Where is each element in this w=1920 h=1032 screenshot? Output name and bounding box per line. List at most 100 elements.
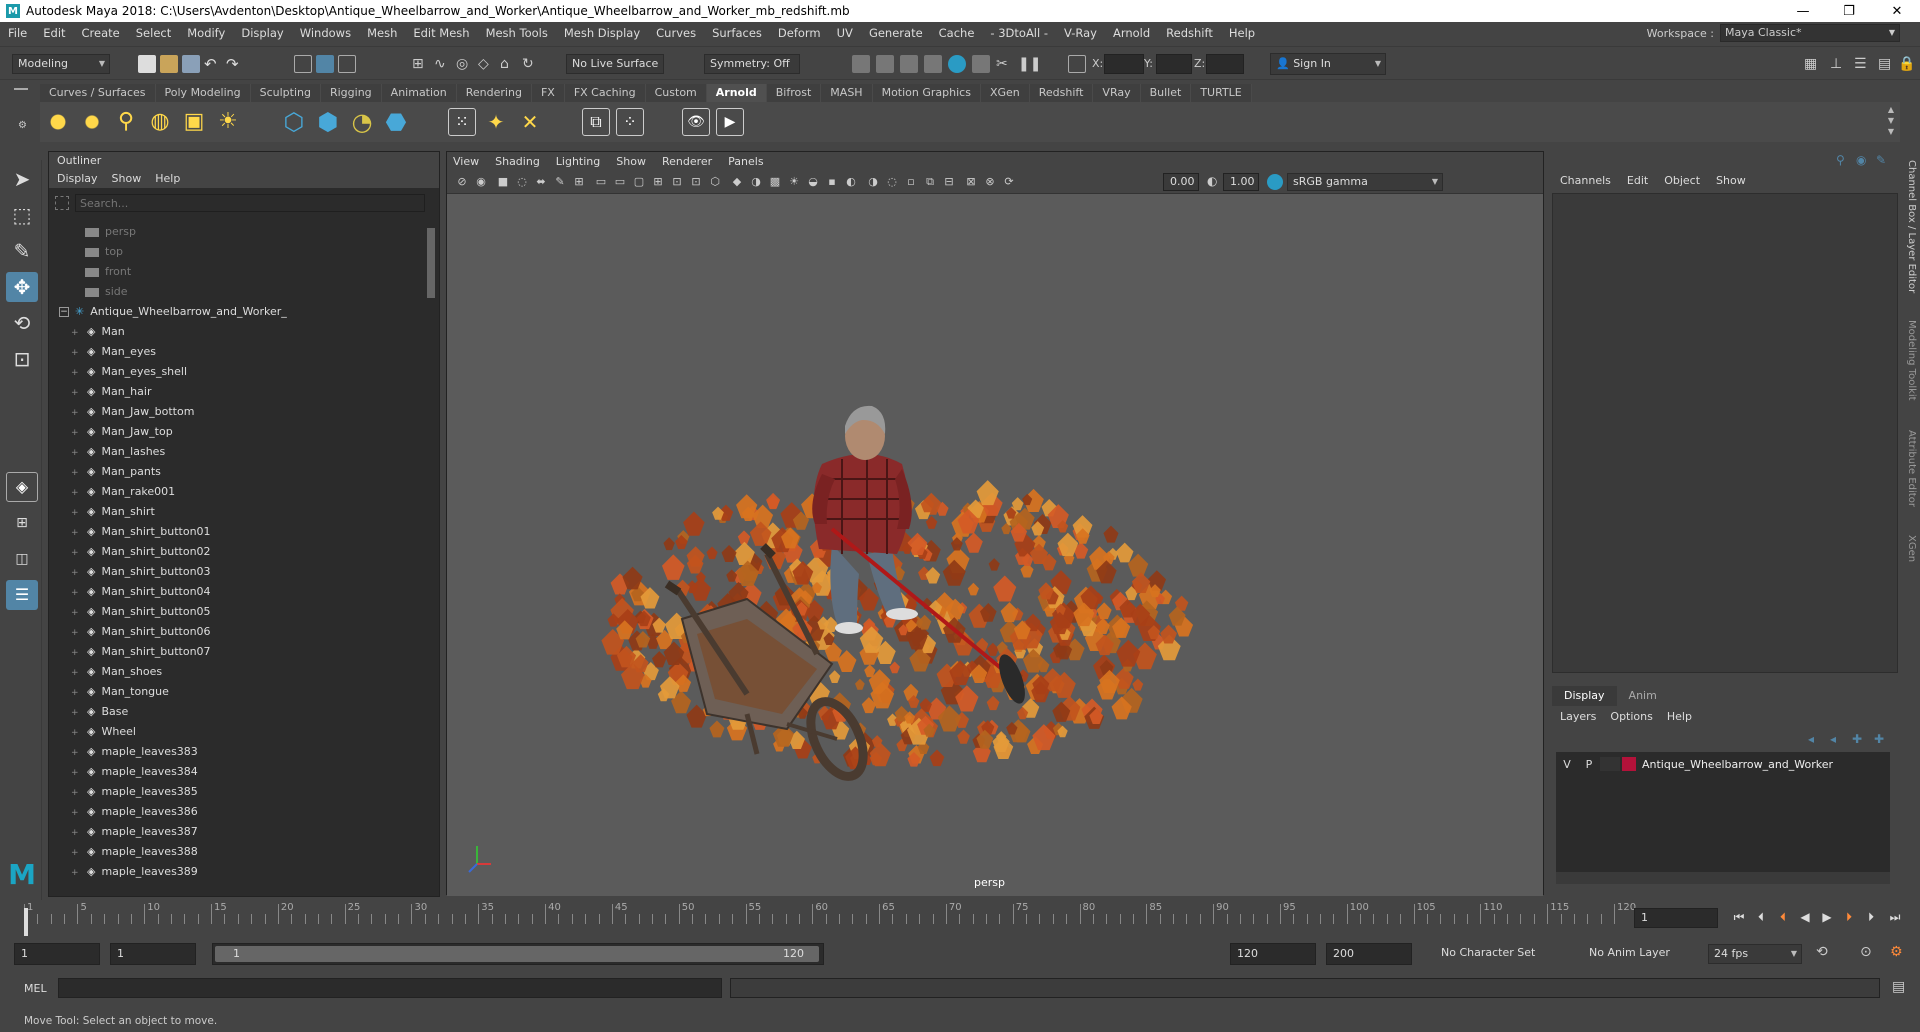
outliner-item-row[interactable]: + ◈ Man_rake001 <box>71 482 175 502</box>
open-scene-icon[interactable] <box>160 55 178 73</box>
channel-box-pin-icon[interactable]: ⚲ <box>1836 153 1845 167</box>
layer-menu-options[interactable]: Options <box>1610 708 1652 726</box>
tab-motion-graphics[interactable]: Motion Graphics <box>872 84 981 102</box>
tab-display-layers[interactable]: Display <box>1552 686 1617 706</box>
rotate-tool-icon[interactable]: ⟲ <box>6 308 38 338</box>
outliner-item-row[interactable]: + ◈ Man_hair <box>71 382 151 402</box>
script-editor-icon[interactable]: ▤ <box>1892 979 1905 995</box>
exposure-field[interactable]: 0.00 <box>1163 173 1199 191</box>
command-input[interactable] <box>58 978 722 998</box>
single-perspective-view-icon[interactable]: ◈ <box>6 472 38 502</box>
outliner-item-row[interactable]: + ◈ Man_shoes <box>71 662 162 682</box>
outliner-item-row[interactable]: + ◈ Wheel <box>71 722 136 742</box>
expand-icon[interactable]: + <box>71 743 79 763</box>
pause-viewport-icon[interactable]: ❚❚ <box>1018 55 1041 73</box>
outliner-item-row[interactable]: + ◈ Man <box>71 322 125 342</box>
tool-settings-icon[interactable]: ☰ <box>1854 55 1872 73</box>
shelf-menu-icon[interactable] <box>14 88 28 90</box>
expand-icon[interactable]: + <box>71 583 79 603</box>
expand-icon[interactable]: + <box>71 603 79 623</box>
default-material-icon[interactable]: ◑ <box>749 175 763 189</box>
menu-deform[interactable]: Deform <box>770 26 829 40</box>
motion-blur-icon[interactable]: ◐ <box>844 175 858 189</box>
outliner-scroll-thumb[interactable] <box>427 228 435 298</box>
side-tab-xgen[interactable]: XGen <box>1906 535 1917 562</box>
collapse-icon[interactable]: − <box>59 307 69 317</box>
outliner-item-row[interactable]: + ◈ Man_pants <box>71 462 161 482</box>
move-tool-icon[interactable]: ✥ <box>6 272 38 302</box>
smooth-shade-icon[interactable]: ◆ <box>730 175 744 189</box>
expand-icon[interactable]: + <box>71 443 79 463</box>
layer-scrollbar[interactable] <box>1556 872 1890 884</box>
outliner-camera-row[interactable]: top <box>85 242 123 262</box>
tab-curves-surfaces[interactable]: Curves / Surfaces <box>40 84 156 102</box>
outliner-scrollbar[interactable] <box>425 216 437 866</box>
layer-type-toggle[interactable] <box>1600 757 1620 771</box>
menu-3dtoall[interactable]: - 3DtoAll - <box>982 26 1056 40</box>
menu-mesh-tools[interactable]: Mesh Tools <box>478 26 556 40</box>
select-hierarchy-icon[interactable] <box>294 55 312 73</box>
hypershade-icon[interactable] <box>948 55 966 73</box>
outliner-item-row[interactable]: + ◈ Man_shirt <box>71 502 155 522</box>
menu-display[interactable]: Display <box>233 26 291 40</box>
channel-box-edit-icon[interactable]: ✎ <box>1876 153 1886 167</box>
outliner-menu-display[interactable]: Display <box>57 170 98 188</box>
redo-icon[interactable]: ↷ <box>226 55 244 73</box>
play-backwards-icon[interactable]: ◀ <box>1798 910 1812 924</box>
expand-icon[interactable]: + <box>71 563 79 583</box>
tab-redshift[interactable]: Redshift <box>1029 84 1094 102</box>
outliner-menu-help[interactable]: Help <box>155 170 180 188</box>
color-space-dropdown[interactable]: sRGB gamma ▼ <box>1287 173 1443 191</box>
outliner-item-row[interactable]: + ◈ maple_leaves383 <box>71 742 198 762</box>
layer-visibility-toggle[interactable]: V <box>1556 758 1578 771</box>
layer-color-swatch[interactable] <box>1622 757 1636 771</box>
tab-bifrost[interactable]: Bifrost <box>766 84 822 102</box>
playback-preferences-icon[interactable]: ⚙ <box>1890 944 1903 960</box>
vp-menu-shading[interactable]: Shading <box>495 152 540 172</box>
shadows-icon[interactable]: ◒ <box>806 175 820 189</box>
outliner-search-input[interactable] <box>75 194 425 212</box>
snap-view-icon[interactable]: ◇ <box>478 55 496 73</box>
cb-menu-channels[interactable]: Channels <box>1560 171 1611 191</box>
bookmark-icon[interactable]: ■ <box>496 175 510 189</box>
current-frame-field[interactable]: 1 <box>1634 908 1718 928</box>
menu-select[interactable]: Select <box>128 26 179 40</box>
new-layer-icon[interactable]: ✚ <box>1852 732 1862 746</box>
time-ruler[interactable]: 1 5 10 15 20 25 30 35 40 45 50 55 60 65 70 75 80 85 90 95 10… <box>20 900 1636 936</box>
tab-fx-caching[interactable]: FX Caching <box>564 84 646 102</box>
menu-modify[interactable]: Modify <box>179 26 233 40</box>
textured-icon[interactable]: ▩ <box>768 175 782 189</box>
outliner-layout-icon[interactable]: ☰ <box>6 580 38 610</box>
sign-in-button[interactable]: 👤 Sign In ▼ <box>1270 53 1386 75</box>
range-slider-handle[interactable] <box>215 946 819 962</box>
light-portal-icon[interactable]: ▣ <box>180 108 208 136</box>
anti-aliasing-icon[interactable]: ◑ <box>866 175 880 189</box>
menu-redshift[interactable]: Redshift <box>1158 26 1221 40</box>
four-view-layout-icon[interactable]: ⊞ <box>6 508 38 538</box>
lock-icon[interactable]: 🔒 <box>1898 55 1916 73</box>
outliner-item-row[interactable]: + ◈ Man_eyes_shell <box>71 362 187 382</box>
expand-icon[interactable]: + <box>71 343 79 363</box>
outliner-item-row[interactable]: + ◈ Man_Jaw_top <box>71 422 173 442</box>
side-tab-attribute-editor[interactable]: Attribute Editor <box>1906 430 1917 507</box>
xray-components-icon[interactable]: ⊗ <box>983 175 997 189</box>
outliner-item-row[interactable]: + ◈ Man_shirt_button06 <box>71 622 211 642</box>
tab-xgen[interactable]: XGen <box>980 84 1030 102</box>
outliner-camera-row[interactable]: side <box>85 282 128 302</box>
safe-action-icon[interactable]: ⊡ <box>670 175 684 189</box>
tab-animation[interactable]: Animation <box>381 84 457 102</box>
outliner-item-row[interactable]: + ◈ maple_leaves384 <box>71 762 198 782</box>
snap-surface-icon[interactable]: ⌂ <box>500 55 518 73</box>
create-standin-icon[interactable]: ⬡ <box>280 108 308 136</box>
fps-dropdown[interactable]: 24 fps ▼ <box>1708 944 1802 964</box>
use-lights-icon[interactable]: ☀ <box>787 175 801 189</box>
tab-anim-layers[interactable]: Anim <box>1617 686 1669 706</box>
menu-cache[interactable]: Cache <box>931 26 983 40</box>
go-to-start-icon[interactable]: ⏮ <box>1732 910 1746 924</box>
menu-windows[interactable]: Windows <box>292 26 359 40</box>
tab-fx[interactable]: FX <box>531 84 565 102</box>
outliner-item-row[interactable]: + ◈ Man_eyes <box>71 342 156 362</box>
ipr-render-icon[interactable] <box>900 55 918 73</box>
flush-background-cache-icon[interactable]: ✦ <box>482 108 510 136</box>
tab-custom[interactable]: Custom <box>645 84 707 102</box>
